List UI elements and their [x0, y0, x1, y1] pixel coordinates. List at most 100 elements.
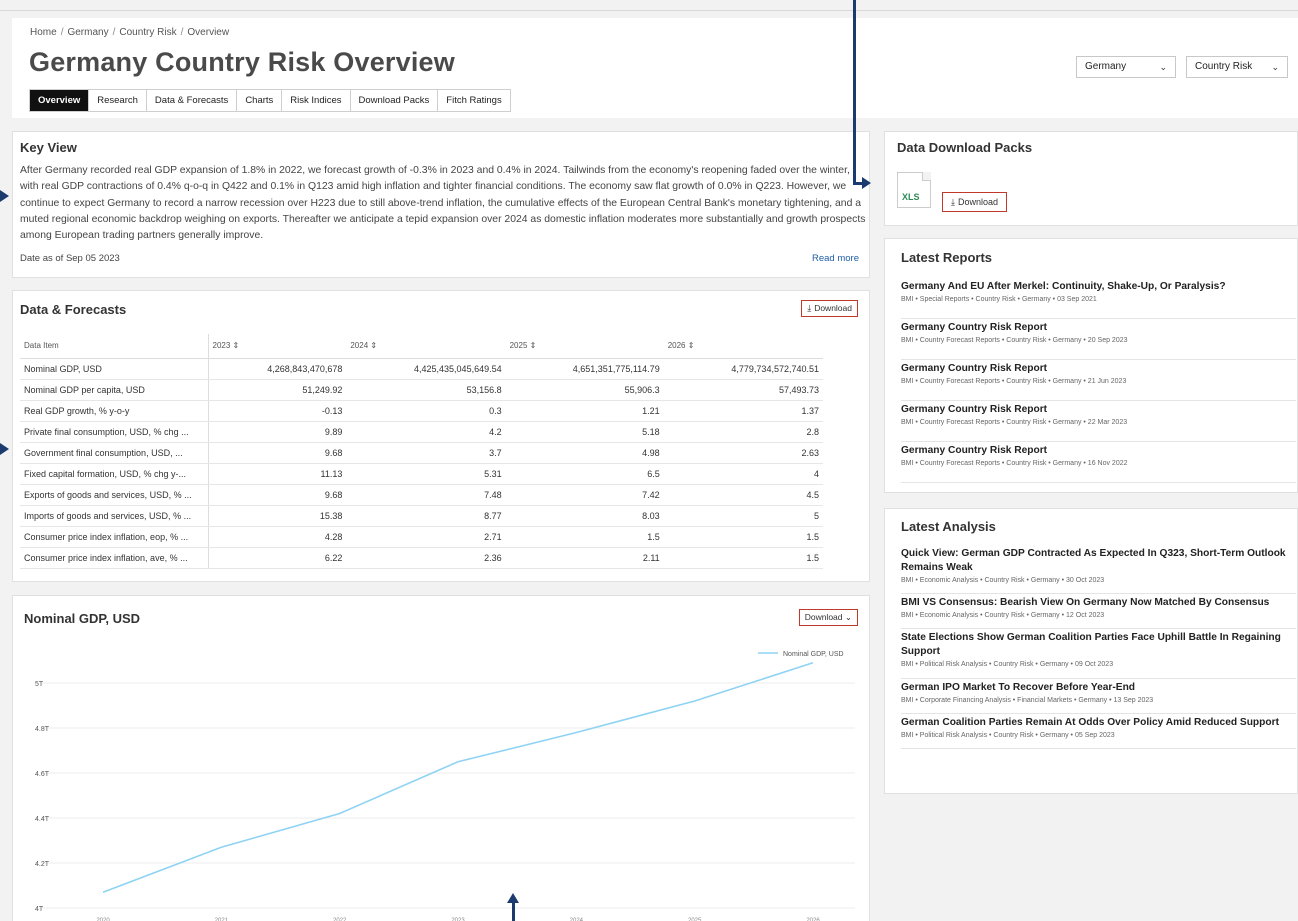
chevron-down-icon: ⌄ [1159, 62, 1167, 72]
table-cell-value: 3.7 [346, 442, 506, 464]
list-item-meta: BMI • Country Forecast Reports • Country… [901, 378, 1127, 385]
table-cell-value: 4.98 [505, 442, 664, 464]
table-cell-label: Private final consumption, USD, % chg ..… [20, 421, 209, 443]
table-cell-value: 8.03 [505, 505, 664, 527]
list-item-title[interactable]: Germany Country Risk Report [901, 403, 1296, 417]
breadcrumb-country-risk[interactable]: Country Risk [119, 27, 176, 38]
list-item-meta: BMI • Country Forecast Reports • Country… [901, 460, 1128, 467]
table-row: Nominal GDP per capita, USD 51,249.92 53,1… [20, 379, 823, 401]
country-select[interactable]: Germany ⌄ [1076, 56, 1176, 78]
list-item[interactable]: Germany Country Risk Report BMI • Country… [901, 403, 1296, 442]
list-item[interactable]: BMI VS Consensus: Bearish View On German… [901, 596, 1296, 629]
table-cell-value: 9.68 [208, 442, 347, 464]
table-cell-label: Nominal GDP, USD [20, 358, 209, 380]
annotation-arrow [512, 902, 515, 921]
annotation-arrowhead [0, 190, 9, 202]
y-tick-label: 4.4T [35, 816, 50, 823]
breadcrumb-germany[interactable]: Germany [67, 27, 108, 38]
latest-analysis-card: Latest Analysis Quick View: German GDP C… [884, 508, 1298, 794]
key-view-title: Key View [20, 140, 77, 155]
table-cell-label: Government final consumption, USD, ... [20, 442, 209, 464]
list-item[interactable]: Germany And EU After Merkel: Continuity,… [901, 280, 1296, 319]
list-item-title[interactable]: Germany Country Risk Report [901, 321, 1296, 335]
list-item-title[interactable]: Germany Country Risk Report [901, 362, 1296, 376]
table-cell-value: 4.5 [663, 484, 823, 506]
nominal-gdp-chart-card: Nominal GDP, USD Download ⌄ 4T 4.2T 4.4T 4.… [12, 595, 870, 921]
annotation-arrow [853, 0, 856, 184]
list-item-meta: BMI • Country Forecast Reports • Country… [901, 419, 1128, 426]
download-packs-title: Data Download Packs [897, 140, 1033, 155]
download-icon: ⤓ [807, 303, 812, 313]
annotation-arrowhead [862, 177, 871, 189]
series-line [102, 661, 814, 893]
table-cell-value: 8.77 [346, 505, 506, 527]
list-item-title[interactable]: Germany And EU After Merkel: Continuity,… [901, 280, 1296, 294]
data-forecasts-download-button[interactable]: ⤓ Download [801, 300, 858, 317]
column-header-2023[interactable]: 2023 ⇕ [208, 334, 347, 359]
table-cell-value: 4.28 [208, 526, 347, 548]
table-cell-value: 51,249.92 [208, 379, 347, 401]
tab-risk-indices[interactable]: Risk Indices [282, 90, 351, 111]
latest-reports-card: Latest Reports Germany And EU After Merk… [884, 238, 1298, 493]
table-cell-value: 2.8 [663, 421, 823, 443]
column-header-2024[interactable]: 2024 ⇕ [346, 334, 506, 359]
list-item[interactable]: State Elections Show German Coalition Pa… [901, 631, 1296, 679]
tab-overview[interactable]: Overview [30, 90, 90, 111]
data-forecasts-title: Data & Forecasts [20, 302, 127, 317]
table-cell-value: 5.31 [346, 463, 506, 485]
table-row: Consumer price index inflation, eop, % .… [20, 526, 823, 548]
list-item[interactable]: Quick View: German GDP Contracted As Exp… [901, 547, 1296, 594]
table-cell-label: Imports of goods and services, USD, % ..… [20, 505, 209, 527]
table-cell-value: 1.5 [663, 547, 823, 569]
download-label: Download [957, 197, 999, 207]
tab-research[interactable]: Research [89, 90, 147, 111]
table-cell-value: 55,906.3 [505, 379, 664, 401]
list-item[interactable]: Germany Country Risk Report BMI • Country… [901, 444, 1296, 483]
data-forecasts-table: Data Item 2023 ⇕ 2024 ⇕ 2025 ⇕ 2026 ⇕ No… [20, 334, 823, 569]
table-cell-value: 2.63 [663, 442, 823, 464]
list-item-title[interactable]: German Coalition Parties Remain At Odds … [901, 716, 1296, 730]
breadcrumb-home[interactable]: Home [30, 27, 57, 38]
table-cell-value: 6.22 [208, 547, 347, 569]
table-cell-value: 1.5 [663, 526, 823, 548]
table-cell-value: 4,268,843,470,678 [208, 358, 347, 380]
download-label: Download [814, 303, 852, 313]
product-select[interactable]: Country Risk ⌄ [1186, 56, 1288, 78]
chevron-down-icon: ⌄ [1271, 62, 1279, 72]
list-item-title[interactable]: State Elections Show German Coalition Pa… [901, 631, 1296, 659]
tab-download-packs[interactable]: Download Packs [350, 90, 439, 111]
tab-data-forecasts[interactable]: Data & Forecasts [146, 90, 238, 111]
list-item[interactable]: German IPO Market To Recover Before Year… [901, 681, 1296, 714]
tab-charts[interactable]: Charts [237, 90, 283, 111]
y-tick-label: 4T [35, 906, 44, 913]
table-cell-label: Nominal GDP per capita, USD [20, 379, 209, 401]
list-item-title[interactable]: Quick View: German GDP Contracted As Exp… [901, 547, 1296, 575]
list-item-meta: BMI • Country Forecast Reports • Country… [901, 337, 1128, 344]
list-item[interactable]: Germany Country Risk Report BMI • Country… [901, 362, 1296, 401]
download-pack-button[interactable]: ⤓ Download [942, 192, 1008, 212]
annotation-arrowhead [0, 443, 9, 455]
table-cell-value: 1.37 [663, 400, 823, 422]
list-item-title[interactable]: BMI VS Consensus: Bearish View On German… [901, 596, 1296, 610]
list-item-meta: BMI • Special Reports • Country Risk • G… [901, 296, 1097, 303]
read-more-link[interactable]: Read more [812, 253, 859, 264]
table-cell-value: 7.48 [346, 484, 506, 506]
y-tick-label: 4.8T [35, 726, 50, 733]
column-header-2026[interactable]: 2026 ⇕ [663, 334, 823, 359]
y-tick-label: 4.6T [35, 771, 50, 778]
table-cell-value: 4,779,734,572,740.51 [663, 358, 823, 380]
page-title: Germany Country Risk Overview [29, 47, 455, 77]
table-row: Imports of goods and services, USD, % ..… [20, 505, 823, 527]
list-item-meta: BMI • Political Risk Analysis • Country … [901, 732, 1115, 739]
breadcrumb: Home / Germany / Country Risk / Overview [30, 27, 230, 38]
list-item[interactable]: German Coalition Parties Remain At Odds … [901, 716, 1296, 749]
list-item-title[interactable]: Germany Country Risk Report [901, 444, 1296, 458]
list-item[interactable]: Germany Country Risk Report BMI • Country… [901, 321, 1296, 360]
tab-fitch-ratings[interactable]: Fitch Ratings [438, 90, 510, 111]
column-header-2025[interactable]: 2025 ⇕ [505, 334, 664, 359]
table-cell-value: 9.89 [208, 421, 347, 443]
list-item-meta: BMI • Political Risk Analysis • Country … [901, 661, 1114, 668]
country-select-value: Germany [1085, 61, 1127, 72]
table-row: Private final consumption, USD, % chg ..… [20, 421, 823, 443]
list-item-title[interactable]: German IPO Market To Recover Before Year… [901, 681, 1296, 695]
